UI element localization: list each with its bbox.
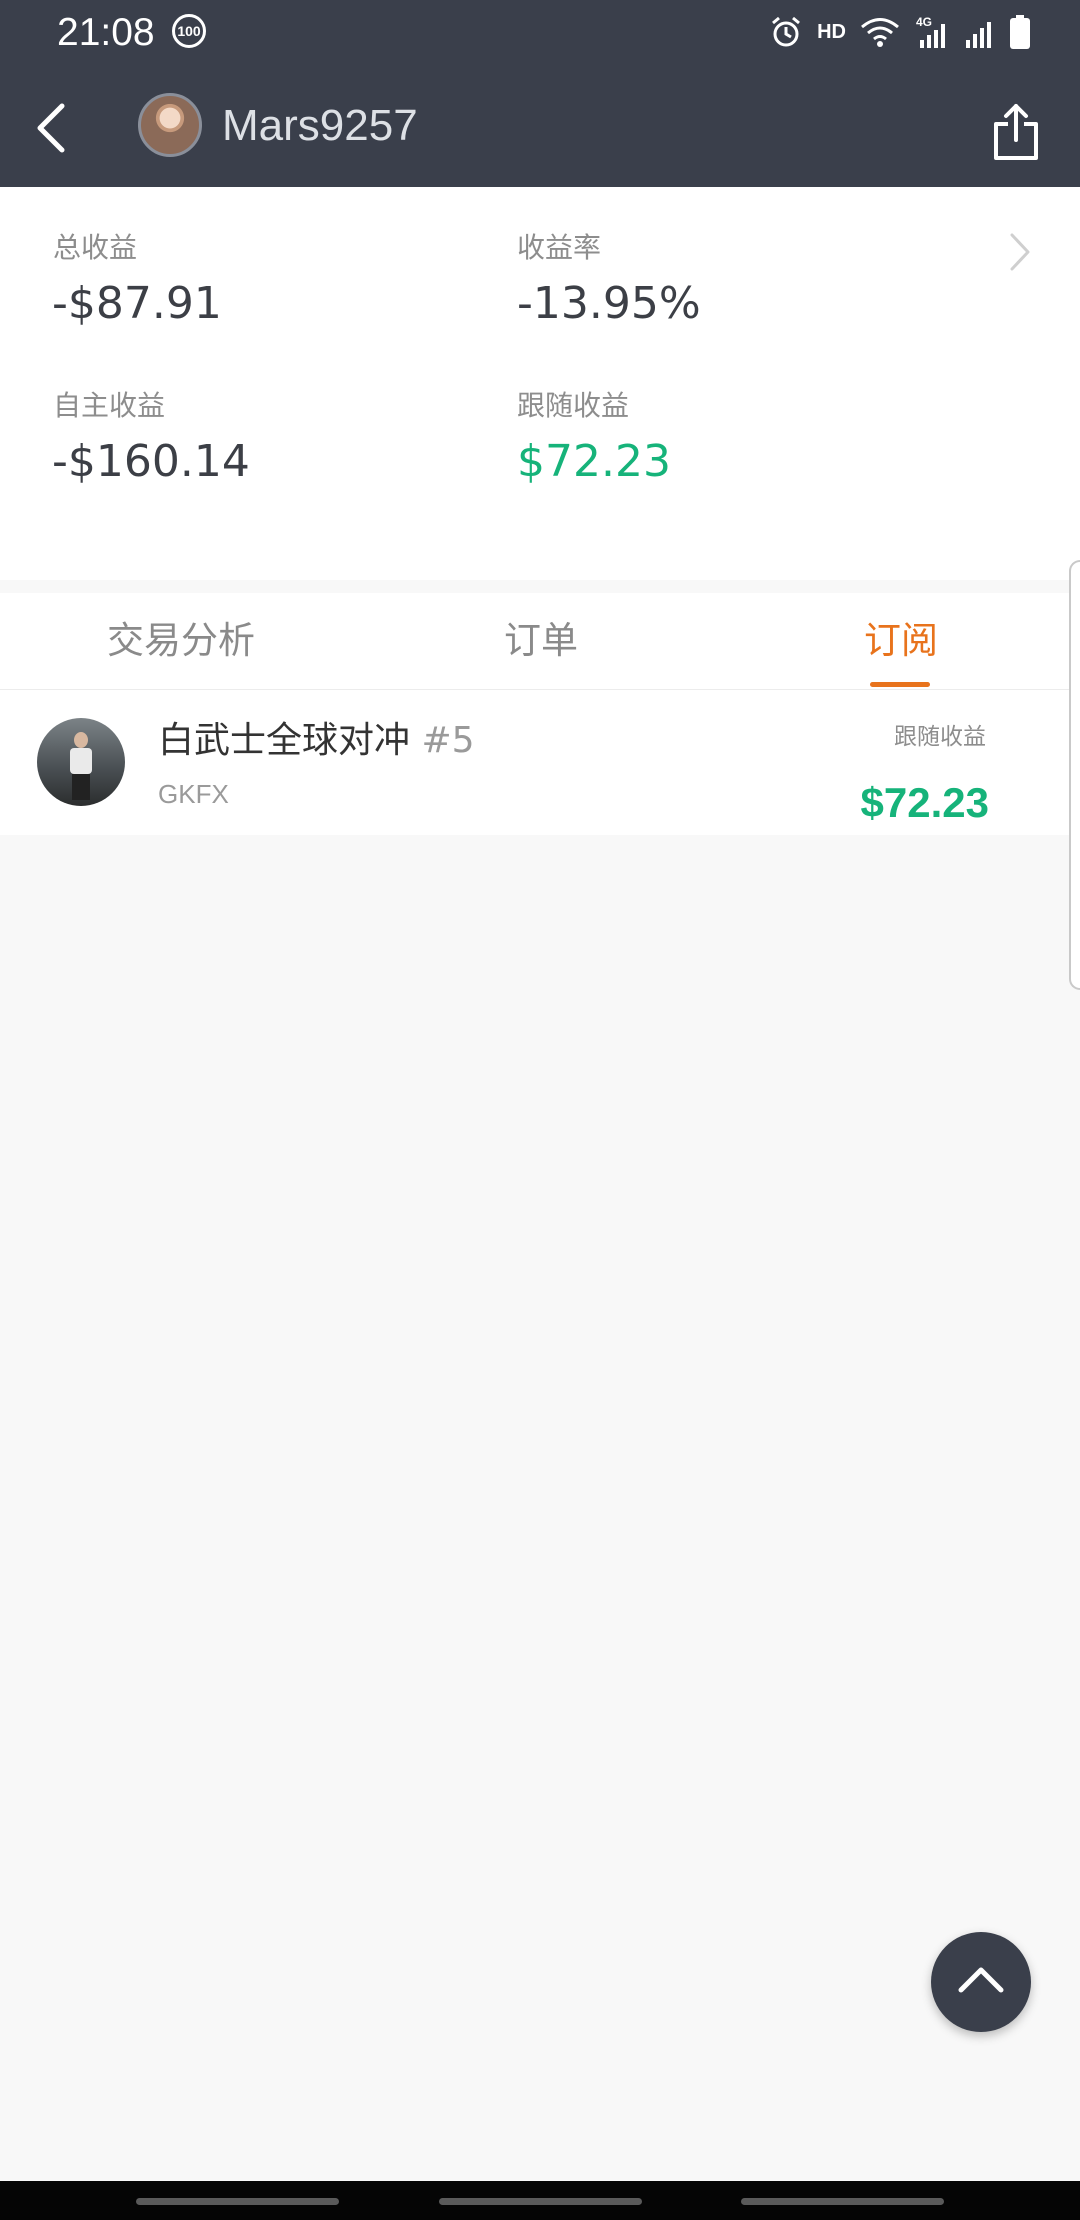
back-arrow-icon[interactable]	[24, 90, 84, 166]
chevron-up-icon	[958, 1967, 1004, 1993]
follow-profit-label: 跟随收益	[517, 390, 630, 421]
trader-broker: GKFX	[158, 779, 229, 809]
user-avatar[interactable]	[138, 93, 202, 157]
signal-4g-icon: 4G	[916, 15, 945, 48]
battery-icon	[1010, 15, 1030, 49]
active-tab-indicator	[870, 682, 930, 687]
tab-bar: 交易分析 订单 订阅	[0, 593, 1070, 690]
subscription-profit-label: 跟随收益	[894, 724, 986, 750]
trader-name: 白武士全球对冲 #5	[158, 718, 475, 764]
share-icon[interactable]	[988, 100, 1044, 164]
battery-percent-badge: 100	[172, 14, 206, 48]
total-profit-label: 总收益	[53, 232, 138, 263]
wifi-icon	[861, 18, 899, 47]
return-rate-label: 收益率	[517, 232, 602, 263]
trader-name-text: 白武士全球对冲	[158, 720, 411, 761]
subscription-profit-value: $72.23	[860, 779, 989, 826]
trader-avatar	[37, 718, 125, 806]
edge-panel-handle[interactable]	[1069, 560, 1080, 990]
self-profit-value: -$160.14	[52, 436, 250, 487]
trader-number: #5	[421, 720, 475, 761]
alarm-icon	[772, 16, 801, 47]
status-icons: HD 4G	[769, 10, 1030, 54]
tab-subscriptions[interactable]: 订阅	[864, 593, 938, 689]
subscription-list-item[interactable]: 白武士全球对冲 #5 GKFX 跟随收益 $72.23	[0, 690, 1070, 835]
status-time: 21:08	[57, 11, 155, 54]
return-rate-value: -13.95%	[517, 278, 701, 329]
self-profit-label: 自主收益	[53, 390, 166, 421]
scroll-to-top-button[interactable]	[931, 1932, 1031, 2032]
system-nav-bar	[0, 2181, 1080, 2220]
follow-profit-value: $72.23	[517, 436, 671, 487]
signal-icon	[966, 22, 991, 48]
nav-back-button[interactable]	[741, 2198, 944, 2205]
svg-text:4G: 4G	[916, 15, 932, 29]
nav-recent-button[interactable]	[136, 2198, 339, 2205]
hd-label: HD	[817, 20, 846, 43]
total-profit-value: -$87.91	[52, 278, 222, 329]
app-header: 21:08 100 HD 4G Mars9257	[0, 0, 1080, 187]
tab-trade-analysis[interactable]: 交易分析	[107, 593, 255, 689]
nav-home-button[interactable]	[439, 2198, 642, 2205]
tab-orders[interactable]: 订单	[504, 593, 578, 689]
chevron-right-icon[interactable]	[1004, 227, 1034, 277]
username: Mars9257	[222, 101, 418, 150]
profit-stats-panel[interactable]: 总收益 -$87.91 收益率 -13.95% 自主收益 -$160.14 跟随…	[0, 187, 1080, 580]
